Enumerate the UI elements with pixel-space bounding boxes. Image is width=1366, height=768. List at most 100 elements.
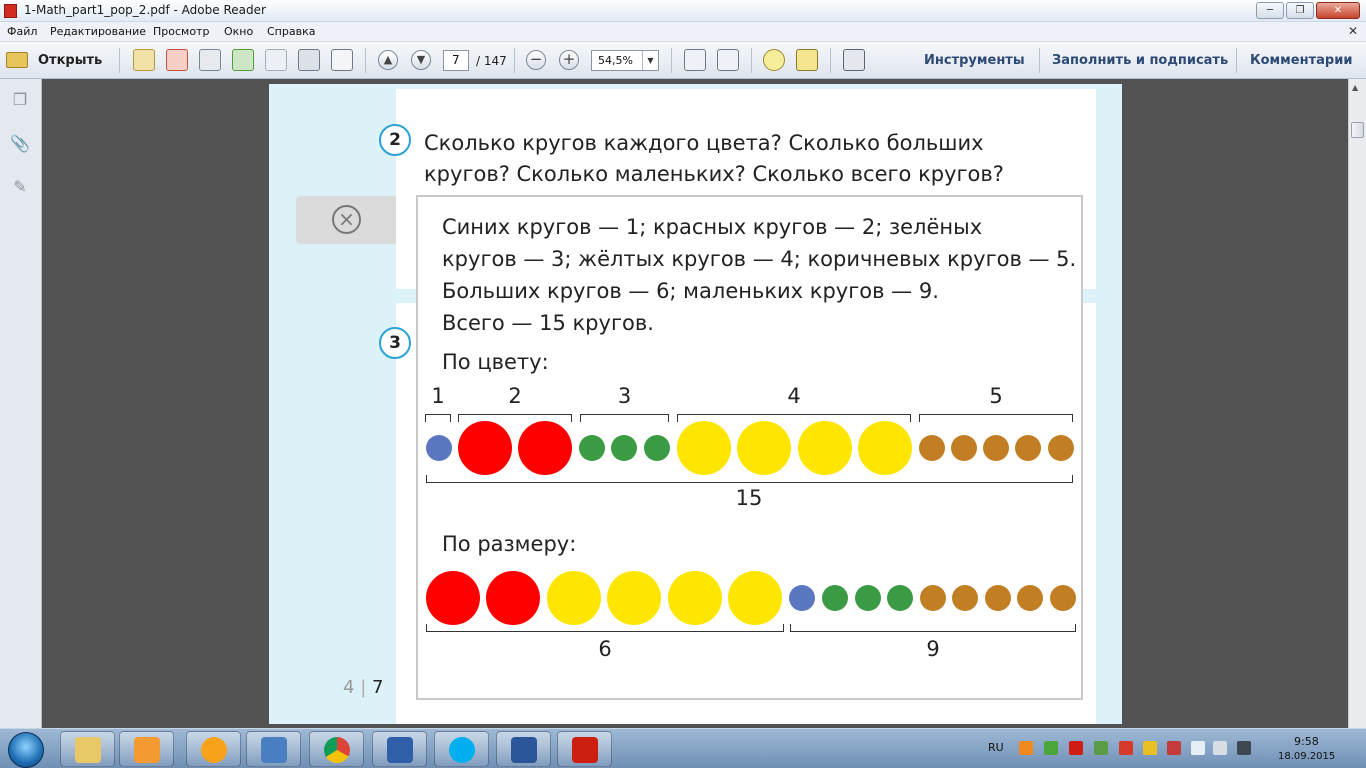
menu-help[interactable]: Справка: [267, 25, 315, 38]
save-icon[interactable]: [265, 49, 287, 71]
document-view: 2 3 Сколько кругов каждого цвета? Скольк…: [42, 79, 1348, 728]
close-document-icon[interactable]: ✕: [1348, 24, 1358, 38]
speaker-icon[interactable]: [1191, 741, 1205, 755]
vertical-scrollbar[interactable]: ▲: [1348, 79, 1366, 728]
open-button[interactable]: Открыть: [6, 48, 102, 72]
answer-box: Синих кругов — 1; красных кругов — 2; зе…: [416, 195, 1083, 700]
taskbar-messenger-button[interactable]: [186, 731, 241, 767]
adobe-reader-icon: [572, 737, 598, 763]
tray-network-error-icon[interactable]: [1167, 741, 1181, 755]
pdf-app-icon: [4, 4, 17, 18]
circle-red: [518, 421, 572, 475]
print-icon[interactable]: [298, 49, 320, 71]
taskbar-adobe-reader-button[interactable]: [557, 731, 612, 767]
toolbar-separator: [514, 48, 515, 73]
chevron-down-icon[interactable]: ▼: [642, 51, 658, 70]
previous-page-button[interactable]: ▲: [378, 50, 398, 70]
toolbar: Открыть ▲ ▼ 7 / 147 − + 54,5% ▼ Инструме…: [0, 42, 1366, 79]
taskbar-chrome-button[interactable]: [309, 731, 364, 767]
page-thumbnails-icon[interactable]: ❐: [9, 90, 31, 112]
email-icon[interactable]: [331, 49, 353, 71]
tray-adobe-icon[interactable]: [1069, 741, 1083, 755]
circle-blue: [789, 585, 815, 611]
tray-flash-icon[interactable]: [1119, 741, 1133, 755]
zoom-in-button[interactable]: +: [559, 50, 579, 70]
window-controls: ─ ❐ ✕: [1254, 2, 1360, 19]
color-group-bracket: [919, 414, 1073, 422]
taskbar-k-app-button[interactable]: [372, 731, 427, 767]
attachments-icon[interactable]: 📎: [9, 134, 31, 156]
tray-security-icon[interactable]: [1094, 741, 1108, 755]
taskbar-word-button[interactable]: [496, 731, 551, 767]
windows-taskbar: RU 9:58 18.09.2015: [0, 728, 1366, 768]
color-group-count: 4: [787, 384, 801, 408]
total-bracket: [426, 475, 1073, 483]
upload-icon[interactable]: [232, 49, 254, 71]
comment-icon[interactable]: [763, 49, 785, 71]
export-pdf-icon[interactable]: [166, 49, 188, 71]
menu-file[interactable]: Файл: [7, 25, 37, 38]
page-left-margin: [269, 84, 396, 724]
language-indicator[interactable]: RU: [988, 741, 1004, 754]
restore-button[interactable]: ❐: [1286, 2, 1314, 19]
circle-yellow: [547, 571, 601, 625]
folder-icon: [75, 737, 101, 763]
speaker-icon: [261, 737, 287, 763]
folder-icon: [6, 52, 28, 68]
by-size-label: По размеру:: [442, 532, 577, 556]
zoom-select[interactable]: 54,5% ▼: [591, 50, 659, 71]
taskbar-volume-app-button[interactable]: [246, 731, 301, 767]
k-app-icon: [387, 737, 413, 763]
close-answer-tab[interactable]: ×: [296, 196, 396, 244]
fill-sign-pane-link[interactable]: Заполнить и подписать: [1052, 53, 1228, 68]
start-button[interactable]: [8, 732, 44, 768]
circle-green: [579, 435, 605, 461]
menu-edit[interactable]: Редактирование: [50, 25, 146, 38]
page-top-band: [396, 84, 1096, 89]
zoom-out-button[interactable]: −: [526, 50, 546, 70]
signal-strength-icon[interactable]: [1237, 741, 1251, 755]
tray-app-icon[interactable]: [1019, 741, 1033, 755]
page-number-input[interactable]: 7: [443, 50, 469, 71]
page-right-margin: [1096, 84, 1122, 724]
taskbar-skype-button[interactable]: [434, 731, 489, 767]
scroll-thumb[interactable]: [1351, 122, 1364, 138]
circle-brown: [1017, 585, 1043, 611]
comments-pane-link[interactable]: Комментарии: [1250, 53, 1352, 68]
circle-blue: [426, 435, 452, 461]
circle-brown: [983, 435, 1009, 461]
open-button-label: Открыть: [38, 52, 103, 68]
circle-brown: [1015, 435, 1041, 461]
usb-device-icon[interactable]: [1213, 741, 1227, 755]
expand-icon[interactable]: [843, 49, 865, 71]
fit-width-icon[interactable]: [684, 49, 706, 71]
edit-pdf-icon[interactable]: [199, 49, 221, 71]
color-group-count: 5: [989, 384, 1003, 408]
menu-view[interactable]: Просмотр: [153, 25, 209, 38]
scroll-up-icon[interactable]: ▲: [1352, 83, 1358, 92]
warning-icon[interactable]: [1143, 741, 1157, 755]
close-icon[interactable]: ×: [332, 205, 361, 234]
clock-time[interactable]: 9:58: [1294, 735, 1319, 748]
create-pdf-icon[interactable]: [133, 49, 155, 71]
menu-window[interactable]: Окно: [224, 25, 253, 38]
tray-check-icon[interactable]: [1044, 741, 1058, 755]
window-title: 1-Math_part1_pop_2.pdf - Adobe Reader: [24, 3, 266, 17]
fit-page-icon[interactable]: [717, 49, 739, 71]
minimize-button[interactable]: ─: [1256, 2, 1284, 19]
answer-line: Всего — 15 кругов.: [442, 311, 654, 335]
taskbar-media-player-button[interactable]: [119, 731, 174, 767]
highlight-icon[interactable]: [796, 49, 818, 71]
messenger-icon: [201, 737, 227, 763]
close-button[interactable]: ✕: [1316, 2, 1360, 19]
signatures-icon[interactable]: ✎: [9, 177, 31, 199]
title-bar: 1-Math_part1_pop_2.pdf - Adobe Reader ─ …: [0, 0, 1366, 22]
circle-brown: [919, 435, 945, 461]
tools-pane-link[interactable]: Инструменты: [924, 53, 1025, 68]
page-number-separator: |: [360, 677, 367, 698]
skype-icon: [449, 737, 475, 763]
next-page-button[interactable]: ▼: [411, 50, 431, 70]
taskbar-explorer-button[interactable]: [60, 731, 115, 767]
clock-date[interactable]: 18.09.2015: [1278, 751, 1335, 762]
zoom-value: 54,5%: [598, 54, 633, 67]
